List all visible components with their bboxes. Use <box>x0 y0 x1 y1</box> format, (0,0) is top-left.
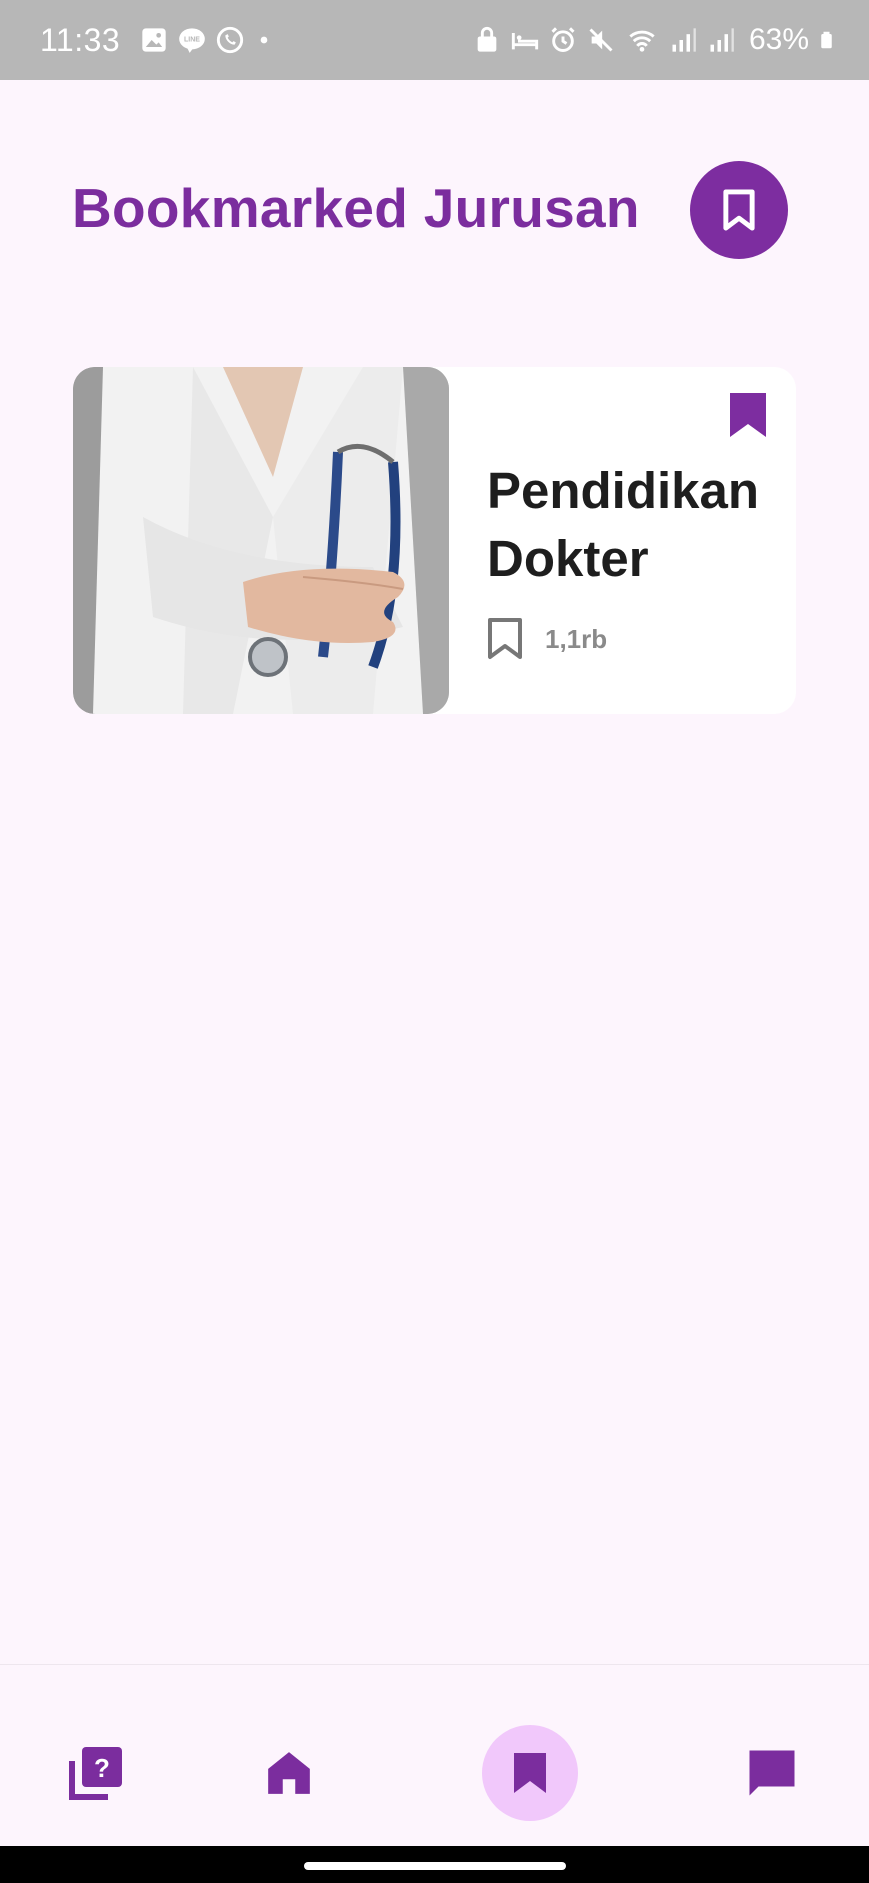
status-bar: 11:33 LINE 63% <box>0 0 869 80</box>
nav-item-chat[interactable] <box>724 1725 820 1821</box>
bookmark-icon <box>514 1753 546 1793</box>
nav-item-home[interactable] <box>241 1725 337 1821</box>
lock-icon <box>477 26 497 52</box>
bookmark-outline-icon <box>723 189 755 231</box>
bottom-navigation: ? <box>0 1664 869 1846</box>
signal-icon <box>710 28 734 52</box>
battery-percent: 63% <box>748 23 809 56</box>
bed-icon <box>511 33 539 50</box>
page-title: Bookmarked Jurusan <box>72 177 640 239</box>
dot-icon <box>260 36 268 44</box>
alarm-icon <box>551 27 575 52</box>
svg-text:?: ? <box>94 1753 110 1783</box>
jurusan-card[interactable]: Pendidikan Dokter 1,1rb <box>73 367 796 714</box>
jurusan-title-line2: Dokter <box>487 530 649 587</box>
bookmark-count-value: 1,1rb <box>545 623 608 654</box>
bookmark-outline-icon <box>488 618 522 659</box>
bookmark-count: 1,1rb <box>487 617 607 661</box>
jurusan-title: Pendidikan Dokter <box>487 457 787 593</box>
bookmark-filled-icon[interactable] <box>730 393 766 437</box>
jurusan-image <box>73 367 449 714</box>
bookmark-header-button[interactable] <box>690 161 788 259</box>
line-icon: LINE <box>179 28 206 53</box>
home-icon <box>268 1752 310 1794</box>
chat-icon <box>749 1750 795 1796</box>
battery-icon <box>821 31 832 49</box>
whatsapp-icon <box>217 26 244 54</box>
svg-text:LINE: LINE <box>184 37 200 44</box>
nav-item-bookmark[interactable] <box>482 1725 578 1821</box>
card-body: Pendidikan Dokter 1,1rb <box>449 367 796 714</box>
system-navigation-bar <box>0 1846 869 1883</box>
doctor-photo-illustration <box>73 367 449 714</box>
wifi-icon <box>629 30 655 52</box>
nav-item-quiz[interactable]: ? <box>48 1725 144 1821</box>
home-indicator[interactable] <box>304 1862 566 1870</box>
status-left: 11:33 LINE <box>40 22 274 59</box>
gallery-icon <box>142 28 166 52</box>
jurusan-title-line1: Pendidikan <box>487 462 760 519</box>
signal-icon <box>672 28 696 52</box>
status-time: 11:33 <box>40 21 121 58</box>
mute-icon <box>589 28 613 52</box>
quiz-icon: ? <box>69 1747 122 1800</box>
status-right: 63% <box>473 23 837 57</box>
